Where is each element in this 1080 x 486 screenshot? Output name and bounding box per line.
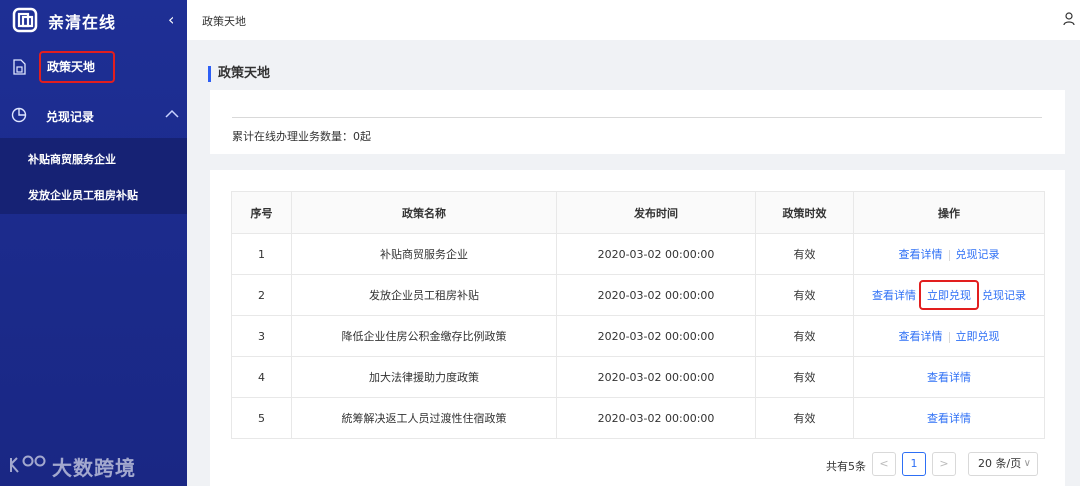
divider <box>232 117 1042 118</box>
submenu: 补贴商贸服务企业 发放企业员工租房补贴 <box>0 138 187 214</box>
row-actions: 查看详情 立即兑现 <box>853 315 1045 357</box>
policy-name: 降低企业住房公积金缴存比例政策 <box>291 315 557 357</box>
brand: 亲清在线 ‹ <box>0 0 187 40</box>
document-icon <box>13 59 26 75</box>
sidebar: 亲清在线 ‹ 政策天地 兑现记录 补贴商贸服务企业 发放企业员工租房补贴 大数跨… <box>0 0 187 486</box>
row-number: 3 <box>231 315 292 357</box>
policy-status: 有效 <box>755 356 854 398</box>
policy-status: 有效 <box>755 315 854 357</box>
chevron-up-icon[interactable] <box>164 108 180 120</box>
redeem-now-link[interactable]: 立即兑现 <box>956 330 1000 343</box>
row-number: 5 <box>231 397 292 439</box>
policy-table: 序号 政策名称 发布时间 政策时效 操作 1 补贴商贸服务企业 2020-03-… <box>231 191 1045 439</box>
watermark-logo-icon <box>10 455 46 473</box>
column-header: 发布时间 <box>556 191 756 234</box>
policy-name: 加大法律援助力度政策 <box>291 356 557 398</box>
business-count-text: 累计在线办理业务数量：0起 <box>232 130 371 143</box>
publish-time: 2020-03-02 00:00:00 <box>556 274 756 316</box>
view-details-link[interactable]: 查看详情 <box>927 371 971 384</box>
top-bar: 政策天地 <box>187 0 1080 40</box>
action-separator <box>948 331 950 343</box>
prev-page-button[interactable]: < <box>872 452 896 476</box>
view-details-link[interactable]: 查看详情 <box>872 289 916 302</box>
app-logo-icon <box>12 7 38 33</box>
view-details-link[interactable]: 查看详情 <box>899 248 943 261</box>
page-title: 政策天地 <box>208 66 270 82</box>
policy-name: 补贴商贸服务企业 <box>291 233 557 275</box>
collapse-sidebar-icon[interactable]: ‹ <box>168 10 174 29</box>
row-number: 2 <box>231 274 292 316</box>
submenu-item-rent-subsidy[interactable]: 发放企业员工租房补贴 <box>28 187 138 203</box>
chevron-down-icon: ∨ <box>1023 458 1031 469</box>
breadcrumb[interactable]: 政策天地 <box>202 13 246 29</box>
row-actions: 查看详情 <box>853 356 1045 398</box>
table-row: 2 发放企业员工租房补贴 2020-03-02 00:00:00 有效 查看详情… <box>231 274 1045 316</box>
table-header-row: 序号 政策名称 发布时间 政策时效 操作 <box>231 191 1045 234</box>
redeem-record-link[interactable]: 兑现记录 <box>956 248 1000 261</box>
sidebar-item-label: 兑现记录 <box>46 110 95 124</box>
page-button-current[interactable]: 1 <box>902 452 926 476</box>
policy-status: 有效 <box>755 397 854 439</box>
submenu-item-subsidy[interactable]: 补贴商贸服务企业 <box>28 151 116 167</box>
publish-time: 2020-03-02 00:00:00 <box>556 397 756 439</box>
view-details-link[interactable]: 查看详情 <box>899 330 943 343</box>
table-row: 1 补贴商贸服务企业 2020-03-02 00:00:00 有效 查看详情 兑现… <box>231 233 1045 275</box>
row-actions: 查看详情 <box>853 397 1045 439</box>
policy-status: 有效 <box>755 274 854 316</box>
policy-status: 有效 <box>755 233 854 275</box>
sidebar-item-label: 政策天地 <box>47 60 96 74</box>
policy-name: 发放企业员工租房补贴 <box>291 274 557 316</box>
table-row: 4 加大法律援助力度政策 2020-03-02 00:00:00 有效 查看详情 <box>231 356 1045 398</box>
page-size-select[interactable]: 20 条/页 ∨ <box>968 452 1038 476</box>
summary-card: 累计在线办理业务数量：0起 <box>210 90 1065 154</box>
redeem-record-link[interactable]: 兑现记录 <box>982 289 1026 302</box>
app-title: 亲清在线 <box>48 13 117 32</box>
page-size-value: 20 条/页 <box>978 457 1022 470</box>
total-count: 共有5条 <box>826 460 866 473</box>
publish-time: 2020-03-02 00:00:00 <box>556 356 756 398</box>
column-header: 政策时效 <box>755 191 854 234</box>
policy-name: 統筹解决返工人员过渡性住宿政策 <box>291 397 557 439</box>
redeem-now-link[interactable]: 立即兑现 <box>919 280 979 310</box>
row-actions: 查看详情 兑现记录 <box>853 233 1045 275</box>
watermark-text: 大数跨境 <box>52 456 136 480</box>
column-header: 操作 <box>853 191 1045 234</box>
policy-table-card: 序号 政策名称 发布时间 政策时效 操作 1 补贴商贸服务企业 2020-03-… <box>210 170 1065 486</box>
publish-time: 2020-03-02 00:00:00 <box>556 233 756 275</box>
column-header: 政策名称 <box>291 191 557 234</box>
user-icon[interactable] <box>1063 12 1075 26</box>
view-details-link[interactable]: 查看详情 <box>927 412 971 425</box>
table-row: 5 統筹解决返工人员过渡性住宿政策 2020-03-02 00:00:00 有效… <box>231 397 1045 439</box>
row-number: 1 <box>231 233 292 275</box>
next-page-button[interactable]: > <box>932 452 956 476</box>
publish-time: 2020-03-02 00:00:00 <box>556 315 756 357</box>
sidebar-item-policy[interactable]: 政策天地 <box>0 48 187 88</box>
pagination: 共有5条 < 1 > 20 条/页 ∨ <box>210 452 1065 478</box>
column-header: 序号 <box>231 191 292 234</box>
action-separator <box>948 249 950 261</box>
row-number: 4 <box>231 356 292 398</box>
row-actions: 查看详情 立即兑现 兑现记录 <box>853 274 1045 316</box>
pie-chart-icon <box>11 107 27 123</box>
table-row: 3 降低企业住房公积金缴存比例政策 2020-03-02 00:00:00 有效… <box>231 315 1045 357</box>
sidebar-item-redeem[interactable]: 兑现记录 <box>0 96 187 136</box>
